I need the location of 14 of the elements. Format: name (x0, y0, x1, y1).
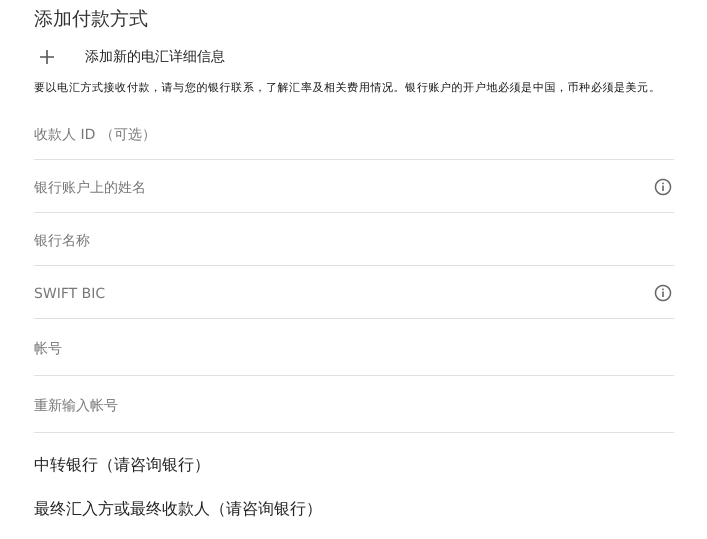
section-heading: 最终汇入方或最终收款人（请咨询银行） (34, 498, 322, 520)
plus-icon (39, 49, 55, 65)
text-field[interactable]: 银行账户上的姓名 (34, 160, 674, 213)
text-field[interactable]: 重新输入帐号 (34, 376, 674, 433)
text-field[interactable]: 帐号 (34, 319, 674, 376)
info-icon[interactable] (654, 178, 672, 196)
page-title: 添加付款方式 (34, 7, 149, 32)
notice-text: 要以电汇方式接收付款，请与您的银行联系，了解汇率及相关费用情况。银行账户的开户地必须是中国，币种必须是美元。 (34, 80, 662, 96)
section-heading: 中转银行（请咨询银行） (34, 454, 210, 476)
add-wire-details-button[interactable]: 添加新的电汇详细信息 (34, 45, 225, 69)
info-icon[interactable] (654, 284, 672, 302)
text-field[interactable]: 收款人 ID （可选） (34, 107, 674, 160)
text-field[interactable]: SWIFT BIC (34, 266, 674, 319)
text-field[interactable]: 银行名称 (34, 213, 674, 266)
